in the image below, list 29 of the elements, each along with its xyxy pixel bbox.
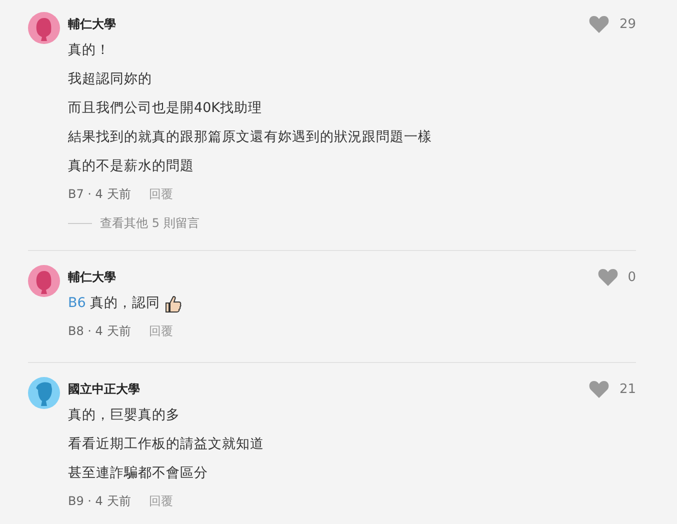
avatar-icon[interactable] (28, 377, 60, 409)
comment-text: 我超認同妳的 (68, 70, 152, 89)
like-count: 21 (619, 382, 636, 396)
comment-text: 看看近期工作板的請益文就知道 (68, 435, 264, 454)
comment-text: 真的，認同 (90, 294, 160, 313)
comment-text: 真的！ (68, 41, 110, 60)
reply-link[interactable]: 回覆 (148, 488, 173, 514)
reply-link[interactable]: 回覆 (148, 318, 173, 344)
comment-text: 真的，巨嬰真的多 (68, 406, 180, 425)
like-count: 29 (619, 16, 636, 32)
like-count: 0 (628, 270, 636, 284)
more-replies-link[interactable]: 查看其他 5 則留言 (100, 215, 200, 232)
comment-text: 而且我們公司也是開40K找助理 (68, 99, 262, 118)
heart-icon[interactable] (589, 380, 610, 398)
avatar-icon[interactable] (28, 12, 60, 44)
floor-time: B7 · 4 天前 (68, 186, 131, 203)
author-name[interactable]: 輔仁大學 (68, 268, 116, 286)
comment-text: 結果找到的就真的跟那篇原文還有妳遇到的狀況跟問題一樣 (68, 128, 432, 147)
author-name[interactable]: 國立中正大學 (68, 380, 140, 398)
heart-icon[interactable] (598, 268, 618, 286)
floor-time: B9 · 4 天前 (68, 493, 131, 510)
heart-icon[interactable] (589, 15, 610, 33)
comment-text: 真的不是薪水的問題 (68, 157, 194, 176)
author-name[interactable]: 輔仁大學 (68, 16, 116, 32)
comment-text: 甚至連詐騙都不會區分 (68, 464, 208, 483)
mention-link[interactable]: B6 (68, 289, 86, 318)
avatar-icon[interactable] (28, 265, 60, 297)
floor-time: B8 · 4 天前 (68, 323, 131, 340)
reply-link[interactable]: 回覆 (148, 181, 173, 207)
